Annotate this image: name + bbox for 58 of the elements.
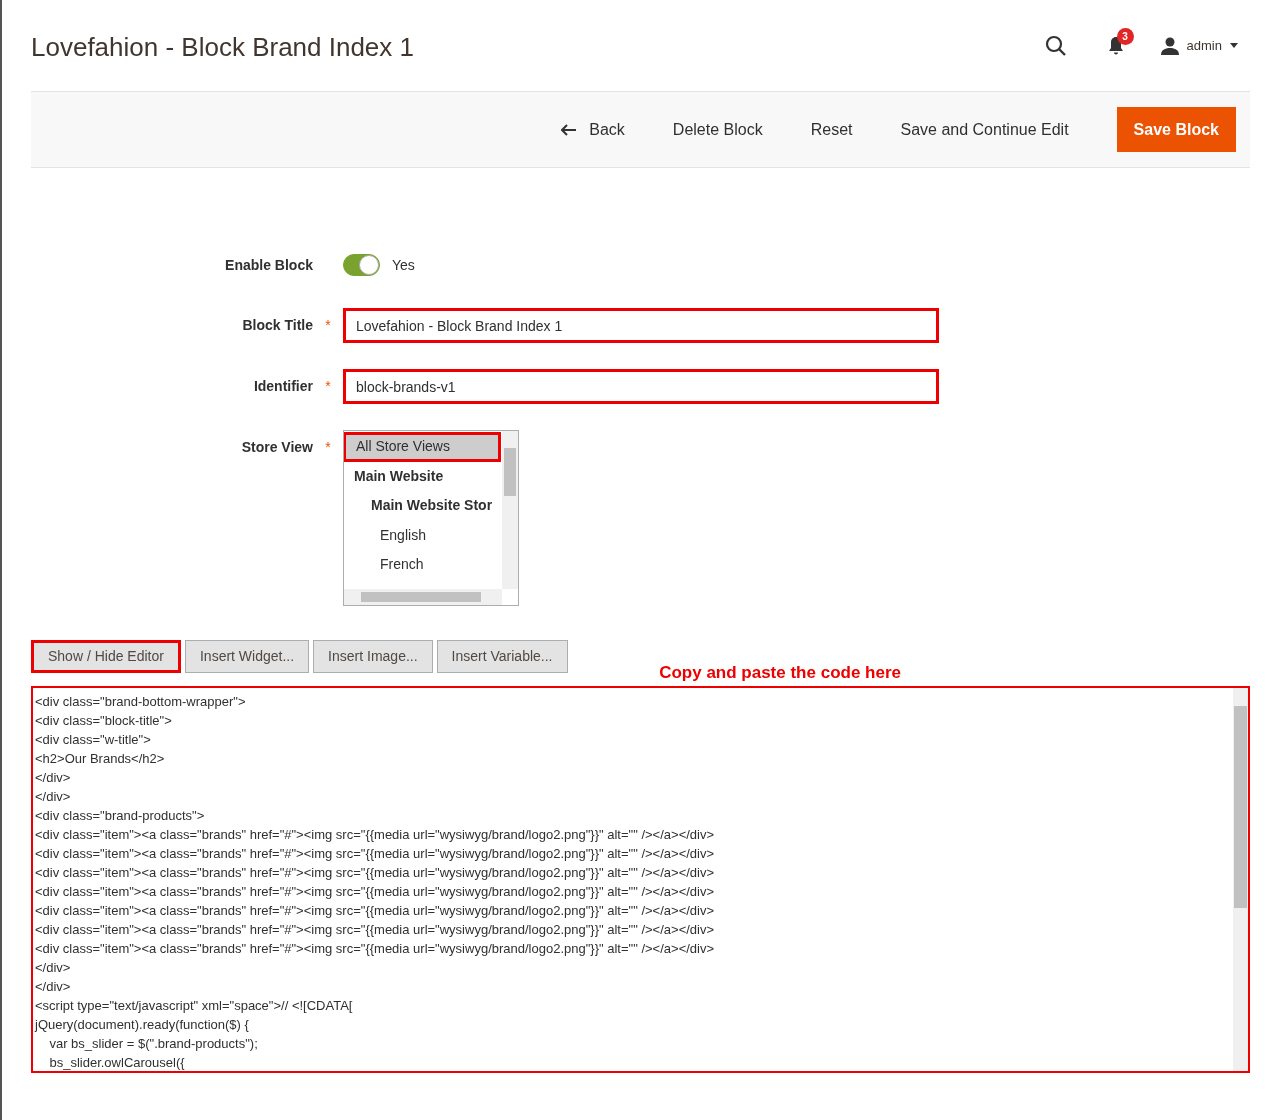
code-line: <div class="item"><a class="brands" href="#"><img src="{{media url="wysiwyg/brand/logo2.png"}}" alt="" /></a></div>	[35, 902, 715, 920]
scrollbar[interactable]	[1233, 688, 1248, 1071]
vertical-scrollbar[interactable]	[502, 431, 518, 589]
field-label: Block Title	[242, 315, 313, 335]
code-line: var bs_slider = $(".brand-products");	[48, 1035, 258, 1053]
field-label: Identifier	[253, 376, 313, 396]
code-line: <h2>Our Brands</h2>	[35, 750, 165, 768]
code-line: </div>	[35, 978, 71, 996]
store-view-list[interactable]: All Store Views Main Website Main Website Stor English French	[343, 430, 519, 606]
code-line: </div>	[35, 959, 71, 977]
code-line: <div class="item"><a class="brands" href="#"><img src="{{media url="wysiwyg/brand/logo2.png"}}" alt="" /></a></div>	[35, 921, 715, 939]
list-option[interactable]: Main Website	[344, 461, 502, 491]
caret-icon	[1230, 43, 1238, 48]
code-line: jQuery(document).ready(function($) {	[35, 1016, 249, 1034]
action-button[interactable]: Reset	[798, 107, 865, 152]
action-button[interactable]: Save and Continue Edit	[888, 107, 1081, 152]
code-line: </div>	[35, 788, 71, 806]
code-line: <script type="text/javascript" xml="space">// <![CDATA[	[35, 997, 353, 1015]
code-line: <div class="brand-bottom-wrapper">	[35, 693, 246, 711]
toggle-label: Yes	[392, 255, 415, 275]
required-asterisk: *	[325, 376, 331, 396]
search-icon[interactable]	[1044, 34, 1067, 57]
annotation-text: Copy and paste the code here	[659, 661, 901, 684]
code-line: bs_slider.owlCarousel({	[48, 1054, 185, 1071]
code-line: <div class="w-title">	[35, 731, 151, 749]
list-option[interactable]: French	[344, 550, 502, 580]
list-option[interactable]: All Store Views	[344, 432, 501, 462]
text-input[interactable]: block-brands-v1	[343, 369, 939, 404]
text-input[interactable]: Lovefahion - Block Brand Index 1	[343, 308, 939, 343]
page-title: Lovefahion - Block Brand Index 1	[31, 31, 416, 64]
field-label: Store View	[241, 437, 313, 457]
required-asterisk: *	[325, 437, 331, 457]
action-button[interactable]: Delete Block	[660, 107, 775, 152]
required-asterisk: *	[325, 315, 331, 335]
code-editor[interactable]	[31, 686, 1250, 1073]
code-line: <div class="item"><a class="brands" href="#"><img src="{{media url="wysiwyg/brand/logo2.png"}}" alt="" /></a></div>	[35, 845, 715, 863]
code-line: <div class="item"><a class="brands" href="#"><img src="{{media url="wysiwyg/brand/logo2.png"}}" alt="" /></a></div>	[35, 883, 715, 901]
editor-button[interactable]: Insert Widget...	[184, 640, 310, 673]
code-line: <div class="block-title">	[35, 712, 172, 730]
horizontal-scrollbar[interactable]	[344, 589, 502, 605]
back-button[interactable]: Back	[549, 107, 637, 152]
code-line: </div>	[35, 769, 71, 787]
code-line: <div class="item"><a class="brands" href="#"><img src="{{media url="wysiwyg/brand/logo2.png"}}" alt="" /></a></div>	[35, 940, 715, 958]
save-button[interactable]: Save Block	[1116, 107, 1236, 152]
editor-button[interactable]: Insert Image...	[313, 640, 433, 673]
code-line: <div class="item"><a class="brands" href="#"><img src="{{media url="wysiwyg/brand/logo2.png"}}" alt="" /></a></div>	[35, 826, 715, 844]
list-option[interactable]: English	[344, 520, 502, 550]
editor-button[interactable]: Show / Hide Editor	[31, 640, 181, 673]
list-option[interactable]: Main Website Stor	[344, 491, 502, 521]
back-arrow-icon	[561, 123, 578, 136]
code-line: <div class="brand-products">	[35, 807, 205, 825]
user-menu[interactable]: admin	[1186, 35, 1238, 56]
user-icon	[1160, 36, 1179, 55]
toggle-switch[interactable]	[343, 254, 380, 276]
code-line: <div class="item"><a class="brands" href="#"><img src="{{media url="wysiwyg/brand/logo2.png"}}" alt="" /></a></div>	[35, 864, 715, 882]
editor-button[interactable]: Insert Variable...	[436, 640, 568, 673]
notification-count: 3	[1116, 27, 1134, 45]
field-label: Enable Block	[225, 255, 313, 275]
